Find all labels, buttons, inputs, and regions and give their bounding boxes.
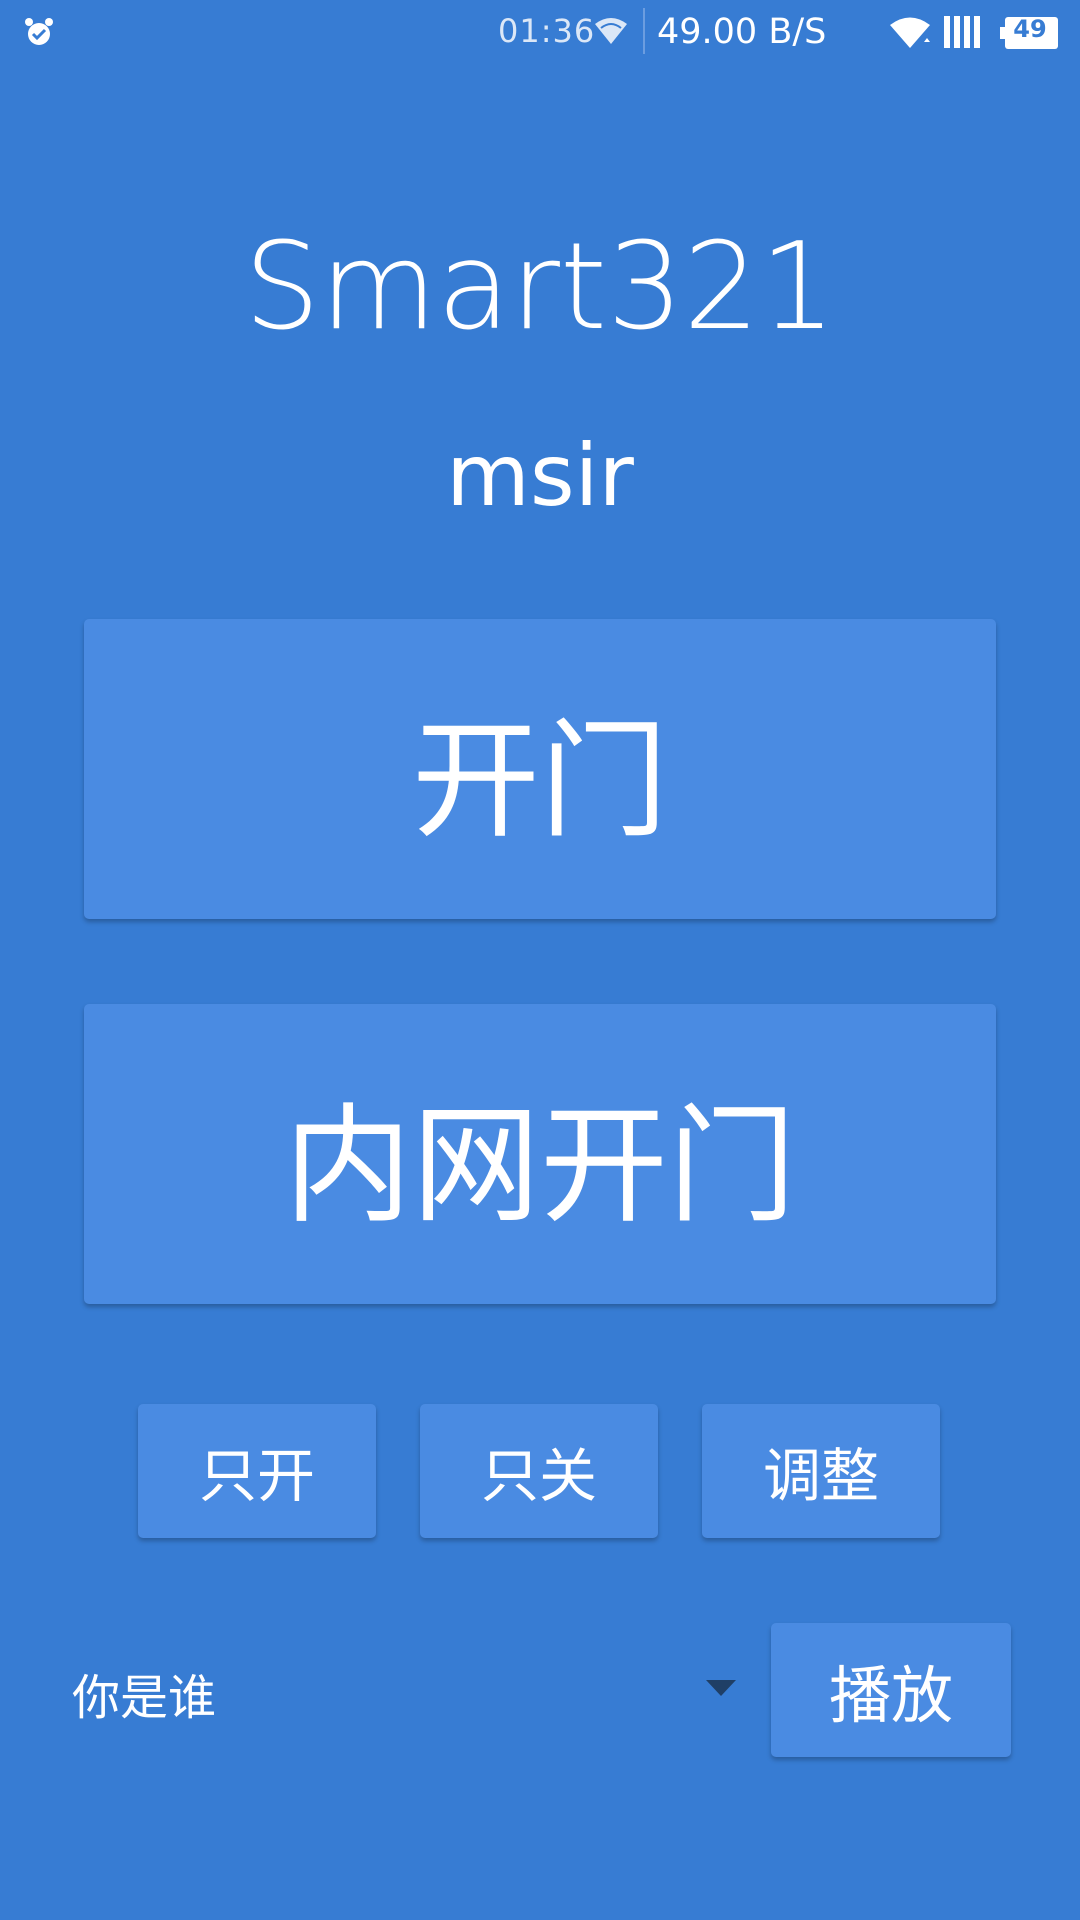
user-name: msir — [446, 426, 634, 526]
app-title: Smart321 — [243, 218, 837, 357]
dropdown-arrow-icon — [706, 1680, 736, 1696]
play-button[interactable]: 播放 — [771, 1623, 1011, 1757]
wifi-icon — [595, 18, 627, 44]
wifi-icon — [890, 17, 930, 48]
voice-select[interactable]: 你是谁 — [70, 1640, 740, 1740]
status-divider — [643, 8, 645, 54]
signal-icon — [944, 16, 980, 48]
status-bar: 01:36 49.00 B/S 49 — [0, 0, 1080, 66]
adjust-button[interactable]: 调整 — [702, 1404, 940, 1538]
open-door-button[interactable]: 开门 — [84, 619, 996, 919]
network-speed: 49.00 B/S — [657, 12, 827, 52]
status-time: 01:36 — [498, 12, 596, 50]
battery-level: 49 — [1013, 15, 1047, 43]
only-open-button[interactable]: 只开 — [138, 1404, 376, 1538]
alarm-icon — [25, 18, 53, 45]
voice-select-value: 你是谁 — [72, 1670, 217, 1726]
intranet-open-door-button[interactable]: 内网开门 — [84, 1004, 996, 1304]
only-close-button[interactable]: 只关 — [420, 1404, 658, 1538]
